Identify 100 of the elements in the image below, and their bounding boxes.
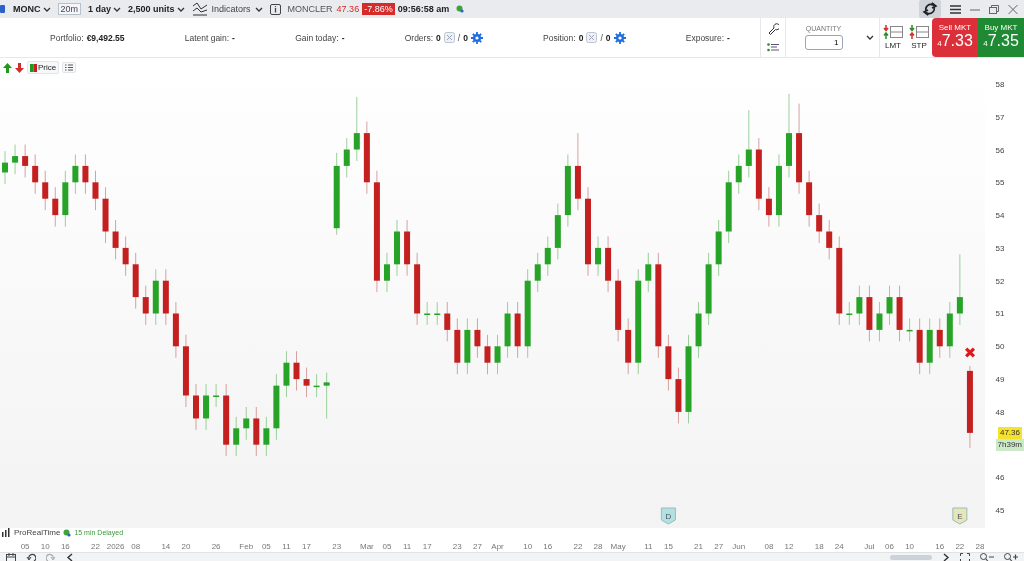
- candlestick: [253, 406, 260, 457]
- x-axis-label: 17: [302, 542, 311, 551]
- list-button[interactable]: [62, 62, 77, 73]
- candlestick: [595, 235, 602, 277]
- menu-icon[interactable]: [950, 4, 961, 14]
- candlestick: [263, 416, 270, 457]
- candlestick: [896, 285, 903, 342]
- candlestick: [605, 235, 612, 293]
- x-axis-label: 15: [663, 542, 673, 551]
- fullscreen-icon[interactable]: [960, 553, 970, 561]
- candlestick: [916, 317, 923, 375]
- y-axis-label: 46: [995, 473, 1005, 483]
- y-axis-label: 55: [995, 178, 1005, 188]
- candlestick: [886, 285, 893, 326]
- zoom-in-icon[interactable]: [1004, 553, 1018, 561]
- candlestick: [62, 170, 69, 228]
- candle-color-icon: [30, 63, 37, 72]
- candlestick: [665, 334, 672, 392]
- candlestick: [2, 150, 9, 185]
- x-axis-label: 2026: [106, 542, 125, 551]
- units-dropdown[interactable]: 2,500 units: [128, 4, 185, 14]
- buy-market-button[interactable]: Buy MKT 47.35: [978, 18, 1024, 57]
- candlestick: [645, 252, 652, 293]
- candlestick: [474, 317, 481, 359]
- up-arrow-icon[interactable]: [3, 62, 12, 73]
- y-axis-label: 53: [995, 243, 1005, 253]
- x-axis-label: 21: [694, 542, 703, 551]
- sync-icon[interactable]: [919, 0, 941, 18]
- x-axis-label: 23: [452, 542, 462, 551]
- y-axis-label: 45: [995, 506, 1005, 516]
- candlestick: [906, 317, 913, 342]
- candlestick: [534, 252, 541, 293]
- candlestick: [444, 301, 451, 342]
- scrollbar-thumb-icon[interactable]: [890, 555, 932, 560]
- candlestick: [233, 416, 240, 457]
- candlestick: [695, 301, 702, 359]
- undo-icon[interactable]: [26, 553, 36, 561]
- stat-label: Orders:: [404, 32, 434, 43]
- info-icon[interactable]: [269, 3, 281, 15]
- candlestick: [12, 144, 19, 175]
- candlestick: [172, 301, 179, 359]
- quantity-field[interactable]: 1: [804, 35, 843, 50]
- x-axis-label: 05: [20, 542, 30, 551]
- x-axis-label: 10: [905, 542, 915, 551]
- scroll-right-icon[interactable]: [942, 553, 950, 561]
- limit-order-button[interactable]: LMT: [879, 18, 906, 57]
- price-legend-button[interactable]: Price: [27, 61, 60, 74]
- stat-total: 0: [605, 32, 611, 43]
- candlestick: [434, 301, 441, 326]
- wrench-icon[interactable]: [767, 23, 779, 35]
- candlestick: [273, 373, 280, 441]
- calendar-icon[interactable]: [6, 553, 16, 561]
- stat-value: -: [232, 32, 235, 43]
- y-axis-label: 52: [995, 276, 1005, 286]
- stat-label: Exposure:: [685, 32, 724, 43]
- candlestick: [454, 317, 461, 375]
- candlestick: [343, 137, 350, 178]
- y-axis-label: 50: [995, 342, 1005, 352]
- candlestick: [926, 317, 933, 375]
- down-arrow-icon[interactable]: [15, 62, 24, 73]
- event-marker[interactable]: E: [952, 507, 968, 525]
- stat-value: -: [727, 32, 730, 43]
- x-axis-label: 27: [472, 542, 482, 551]
- candlestick: [313, 373, 320, 398]
- candlestick: [323, 372, 330, 419]
- candlestick: [353, 96, 360, 162]
- symbol-dropdown[interactable]: MONC: [13, 4, 51, 14]
- x-axis-label: 20: [181, 542, 191, 551]
- event-marker[interactable]: D: [660, 507, 676, 525]
- settings-icon[interactable]: [470, 31, 483, 44]
- candlestick: [504, 301, 511, 359]
- indicators-icon: [191, 2, 208, 16]
- scroll-left-icon[interactable]: [66, 553, 74, 561]
- x-axis-label: 08: [764, 542, 774, 551]
- list-icon[interactable]: [766, 43, 780, 52]
- candlestick: [193, 383, 199, 431]
- candlestick: [826, 219, 833, 260]
- settings-icon[interactable]: [613, 31, 626, 44]
- caret-icon[interactable]: [866, 34, 874, 41]
- timeframe-button[interactable]: 20m: [57, 3, 81, 15]
- zoom-out-icon[interactable]: [980, 553, 994, 561]
- period-dropdown[interactable]: 1 day: [88, 4, 122, 14]
- candlestick: [213, 383, 220, 408]
- x-axis-label: 05: [382, 542, 392, 551]
- y-axis-label: 54: [995, 211, 1005, 221]
- candlestick: [42, 170, 49, 211]
- restore-icon[interactable]: [989, 4, 999, 14]
- x-axis-label: 22: [955, 542, 965, 551]
- x-axis-label: Feb: [239, 542, 254, 551]
- sell-market-button[interactable]: Sell MKT 47.33: [932, 18, 978, 57]
- candlestick: [494, 334, 501, 375]
- candlestick: [82, 153, 89, 195]
- x-axis-label: Mar: [359, 542, 374, 551]
- y-axis-label: 49: [995, 375, 1005, 385]
- candlestick: [625, 317, 632, 375]
- indicators-dropdown[interactable]: Indicators: [191, 2, 263, 16]
- x-axis-label: 24: [834, 542, 844, 551]
- caret-icon: [42, 5, 51, 13]
- candlestick: [243, 406, 250, 441]
- x-axis-label: 18: [814, 542, 824, 551]
